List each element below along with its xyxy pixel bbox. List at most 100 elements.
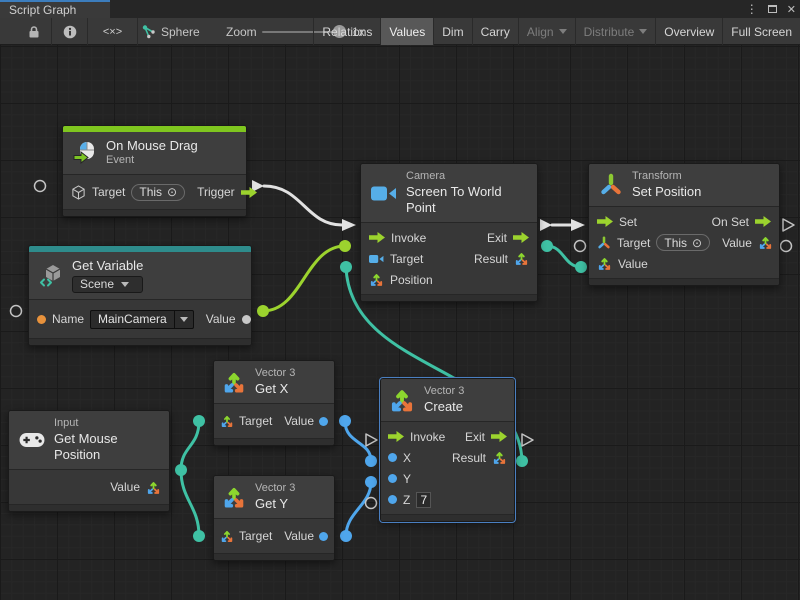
node-footer (214, 553, 334, 560)
close-icon[interactable]: ✕ (787, 3, 796, 16)
node-set-position[interactable]: Transform Set Position Set On Set Target… (588, 163, 780, 286)
cube-icon (71, 185, 86, 200)
toolbar-button-relations[interactable]: Relations (313, 18, 380, 45)
lock-button[interactable] (16, 18, 52, 45)
node-on-mouse-drag[interactable]: On Mouse Drag Event Target This ⊙ Trigge… (62, 125, 247, 217)
lock-icon (27, 25, 41, 39)
port-variable-name-empty[interactable] (11, 306, 22, 317)
z-port-dot[interactable] (388, 495, 397, 504)
value-port-dot[interactable] (319, 417, 328, 426)
node-screen-to-world-point[interactable]: Camera Screen To World Point Invoke Exit… (360, 163, 538, 302)
camera-icon[interactable] (369, 254, 384, 264)
port-gety-target-in[interactable] (193, 530, 205, 542)
graph-node-icon (142, 25, 156, 39)
maximize-icon[interactable] (768, 5, 777, 13)
code-view-button[interactable]: <×> (88, 18, 138, 45)
node-get-y[interactable]: Vector 3 Get Y Target Value (213, 475, 335, 561)
port-camera-target-in[interactable] (339, 240, 351, 252)
port-label-value: Value (110, 480, 140, 494)
graph-name-label[interactable]: Sphere (161, 25, 200, 39)
flow-arrowhead (342, 219, 356, 231)
node-get-mouse-position[interactable]: Input Get Mouse Position Value (8, 410, 170, 512)
transform-icon (599, 173, 623, 197)
wire-mouseposition-to-getx-target[interactable] (181, 421, 199, 470)
port-create-y-in[interactable] (365, 476, 377, 488)
port-variable-value-out[interactable] (257, 305, 269, 317)
wire-mouseposition-to-gety-target[interactable] (181, 470, 199, 536)
port-label-exit: Exit (487, 231, 507, 245)
flow-arrow-icon[interactable] (597, 216, 613, 227)
node-create-vector3[interactable]: Vector 3 Create Invoke Exit X Result (380, 378, 515, 522)
z-value-field[interactable]: 7 (416, 492, 431, 508)
port-omd-target-empty[interactable] (35, 181, 46, 192)
port-setposition-value-out-empty[interactable] (781, 241, 792, 252)
vector3-icon[interactable] (220, 414, 234, 428)
wire-gety-value-to-create-y[interactable] (346, 482, 371, 536)
unity-variable-icon (39, 264, 63, 288)
port-label-position: Position (390, 273, 433, 287)
vector3-icon[interactable] (514, 251, 529, 266)
port-create-invoke-empty[interactable] (366, 434, 377, 446)
node-get-x[interactable]: Vector 3 Get X Target Value (213, 360, 335, 446)
variable-scope-dropdown[interactable]: Scene (72, 276, 143, 293)
port-label-value-in: Value (618, 257, 648, 271)
target-picker-icon[interactable]: ⊙ (167, 185, 177, 199)
wire-variable-to-camera-target[interactable] (263, 246, 345, 311)
port-label-exit: Exit (465, 430, 485, 444)
wire-getx-value-to-create-x[interactable] (345, 421, 371, 461)
port-getx-target-in[interactable] (193, 415, 205, 427)
flow-arrow-icon[interactable] (388, 431, 404, 442)
node-get-variable[interactable]: Get Variable Scene Name MainCamera (28, 245, 252, 346)
node-footer (29, 338, 251, 345)
toolbar-button-align[interactable]: Align (518, 18, 575, 45)
toolbar-button-values[interactable]: Values (380, 18, 433, 45)
port-getx-value-out[interactable] (339, 415, 351, 427)
port-setposition-target-empty[interactable] (575, 241, 586, 252)
x-port-dot[interactable] (388, 453, 397, 462)
vector3-icon[interactable] (597, 256, 612, 271)
value-port-dot[interactable] (319, 532, 328, 541)
toolbar-button-fullscreen[interactable]: Full Screen (722, 18, 800, 45)
port-gety-value-out[interactable] (340, 530, 352, 542)
flow-arrow-icon[interactable] (369, 232, 385, 243)
graph-canvas[interactable]: On Mouse Drag Event Target This ⊙ Trigge… (0, 45, 800, 600)
flow-arrow-icon[interactable] (241, 187, 257, 198)
port-setposition-value-in[interactable] (575, 261, 587, 273)
vector3-icon[interactable] (146, 480, 161, 495)
flow-arrow-icon[interactable] (513, 232, 529, 243)
port-camera-result-out[interactable] (541, 240, 553, 252)
value-port-dot[interactable] (242, 315, 251, 324)
this-chip[interactable]: This ⊙ (131, 184, 185, 201)
node-subtitle: Event (106, 154, 198, 168)
vector3-icon[interactable] (492, 450, 507, 465)
port-onset-empty[interactable] (783, 219, 794, 231)
toolbar-button-carry[interactable]: Carry (472, 18, 518, 45)
port-create-x-in[interactable] (365, 455, 377, 467)
variable-name-dropdown[interactable]: MainCamera (90, 310, 194, 329)
vector3-icon[interactable] (220, 529, 234, 543)
tab-script-graph[interactable]: Script Graph (0, 0, 110, 18)
port-create-z-empty[interactable] (366, 498, 377, 509)
vector3-icon[interactable] (369, 272, 384, 287)
toolbar-button-distribute[interactable]: Distribute (575, 18, 656, 45)
port-create-result-out[interactable] (516, 455, 528, 467)
toolbar-button-overview[interactable]: Overview (655, 18, 722, 45)
transform-icon[interactable] (597, 236, 611, 250)
window-menu-icon[interactable]: ⋮ (746, 2, 758, 16)
info-button[interactable] (52, 18, 88, 45)
target-picker-icon[interactable]: ⊙ (692, 236, 702, 250)
y-port-dot[interactable] (388, 474, 397, 483)
flow-arrow-icon[interactable] (755, 216, 771, 227)
port-label-target: Target (239, 529, 272, 543)
port-mouseposition-value-out[interactable] (175, 464, 187, 476)
chevron-down-icon (180, 317, 188, 322)
flow-arrow-icon[interactable] (491, 431, 507, 442)
name-port-dot[interactable] (37, 315, 46, 324)
wire-trigger-to-invoke[interactable] (264, 186, 342, 225)
port-camera-position-in[interactable] (340, 261, 352, 273)
vector3-icon[interactable] (758, 235, 773, 250)
port-create-exit-empty[interactable] (522, 434, 533, 446)
this-chip[interactable]: This ⊙ (656, 234, 710, 251)
script-graph-window: Script Graph ⋮ ✕ <×> Sphere Zoom 1x (0, 0, 800, 600)
toolbar-button-dim[interactable]: Dim (433, 18, 471, 45)
